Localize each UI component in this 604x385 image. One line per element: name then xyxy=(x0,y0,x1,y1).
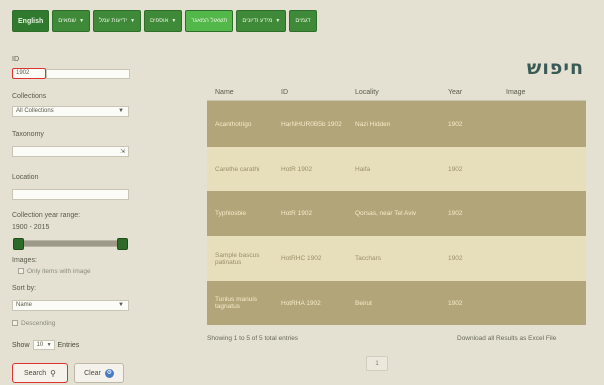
nav-item-3[interactable]: אוספים ▼ xyxy=(144,10,183,32)
column-header-image[interactable]: Image xyxy=(506,89,586,96)
show-entries: Show 10 ▼ Entries xyxy=(12,340,80,350)
results-table: Name ID Locality Year Image Acanthotrigo… xyxy=(207,84,586,325)
column-header-id[interactable]: ID xyxy=(271,89,350,96)
table-row[interactable]: Acanthotrigo HarNHUR0B5b 1902 Nazi Hidde… xyxy=(207,101,586,147)
nav-item-2[interactable]: ידיעות עמל ▼ xyxy=(93,10,142,32)
descending-checkbox[interactable]: Descending xyxy=(12,320,55,327)
id-input-highlight[interactable]: 1902 xyxy=(12,68,46,79)
nav-item-5[interactable]: מידע ודיונים ▼ xyxy=(236,10,287,32)
resize-handle-icon: ⇲ xyxy=(119,149,125,155)
taxonomy-input[interactable]: ⇲ xyxy=(12,146,129,157)
page-title: חיפוש xyxy=(526,57,584,79)
chevron-down-icon: ▼ xyxy=(130,18,136,24)
show-count-select[interactable]: 10 ▼ xyxy=(32,340,55,350)
nav-item-home[interactable]: דגמים xyxy=(289,10,317,32)
search-button[interactable]: Search ⚲ xyxy=(12,363,68,383)
nav-item-database-query[interactable]: תשאול המאגר xyxy=(185,10,234,32)
clear-icon: ⚙ xyxy=(104,368,114,378)
id-input-rest[interactable] xyxy=(46,69,130,79)
chevron-down-icon: ▼ xyxy=(171,18,177,24)
column-header-name[interactable]: Name xyxy=(207,89,271,96)
table-row[interactable]: Tunlus manuis tagnatus HotRHA 1902 Beiru… xyxy=(207,281,586,325)
chevron-down-icon: ▼ xyxy=(79,18,85,24)
nav-english[interactable]: English xyxy=(12,10,50,32)
images-label: Images: xyxy=(12,257,37,264)
sort-label: Sort by: xyxy=(12,285,37,292)
images-only-checkbox[interactable]: Only items with image xyxy=(18,268,91,275)
slider-handle-start[interactable] xyxy=(13,238,24,250)
column-header-locality[interactable]: Locality xyxy=(350,89,441,96)
table-row[interactable]: Typhlosbie HotR 1902 Qorsas, near Tel Av… xyxy=(207,191,586,236)
results-summary: Showing 1 to 5 of 5 total entries xyxy=(207,335,299,342)
download-excel-link[interactable]: Download all Results as Excel File xyxy=(457,335,556,342)
id-value: 1902 xyxy=(16,70,30,76)
location-input[interactable] xyxy=(12,189,129,200)
table-header: Name ID Locality Year Image xyxy=(207,84,586,101)
clear-button[interactable]: Clear ⚙ xyxy=(74,363,124,383)
dropdown-arrow-icon: ▼ xyxy=(118,108,124,114)
nav-item-1[interactable]: שמאים ▼ xyxy=(52,10,91,32)
id-label: ID xyxy=(12,56,19,63)
collection-select[interactable]: All Collections ▼ xyxy=(12,106,129,117)
year-range-value: 1900 - 2015 xyxy=(12,224,50,231)
checkbox-icon xyxy=(18,268,24,275)
year-range-fill xyxy=(19,241,123,246)
collection-label: Collections xyxy=(12,93,47,100)
magnifier-icon: ⚲ xyxy=(50,368,57,378)
taxonomy-label: Taxonomy xyxy=(12,131,44,138)
dropdown-arrow-icon: ▼ xyxy=(46,342,52,348)
checkbox-icon xyxy=(12,320,18,327)
column-header-year[interactable]: Year xyxy=(441,89,506,96)
top-navigation: English שמאים ▼ ידיעות עמל ▼ אוספים ▼ תשאול… xyxy=(12,10,317,32)
chevron-down-icon: ▼ xyxy=(275,18,281,24)
year-range-label: Collection year range: xyxy=(12,212,81,219)
pagination-page[interactable]: 1 xyxy=(366,356,388,371)
dropdown-arrow-icon: ▼ xyxy=(118,302,124,308)
sort-select[interactable]: Name ▼ xyxy=(12,300,129,311)
location-label: Location xyxy=(12,174,39,181)
table-row[interactable]: Sample bascus patinatus HotRHC 1902 Tacc… xyxy=(207,236,586,281)
slider-handle-end[interactable] xyxy=(117,238,128,250)
table-row[interactable]: Carethe carathi HotR 1902 Haifa 1902 xyxy=(207,147,586,191)
year-range-slider[interactable] xyxy=(13,238,128,250)
